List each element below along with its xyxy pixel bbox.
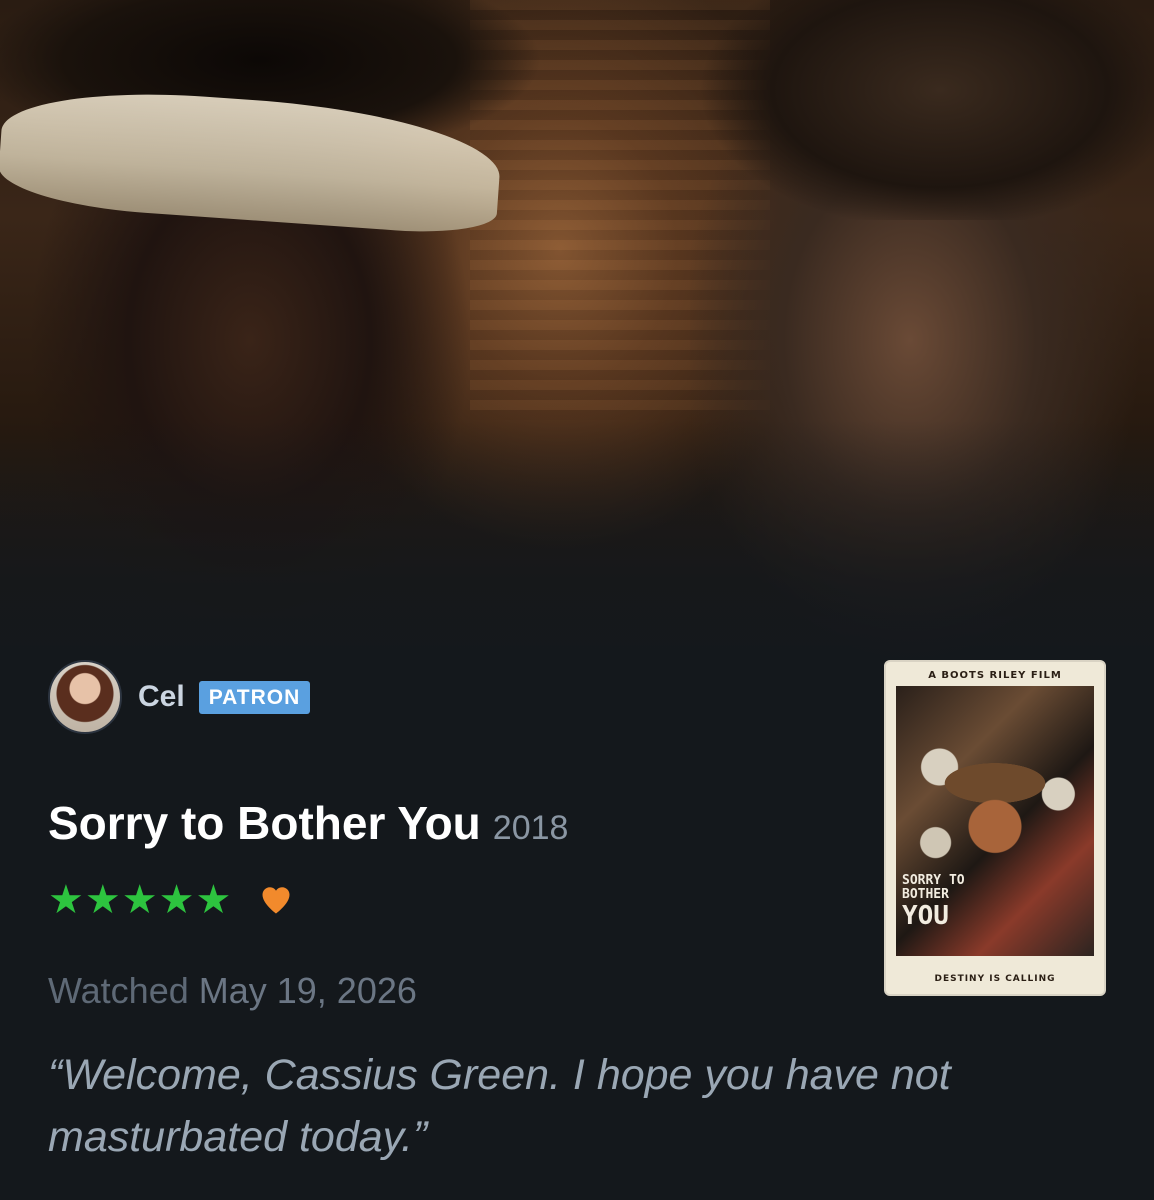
poster-title-line-1: SORRY TO bbox=[902, 873, 965, 888]
watched-date-value: May 19, 2026 bbox=[198, 970, 417, 1011]
film-poster[interactable]: A BOOTS RILEY FILM SORRY TO BOTHER YOU D… bbox=[884, 660, 1106, 996]
poster-title: SORRY TO BOTHER YOU bbox=[902, 873, 972, 931]
review-card: Cel PATRON Sorry to Bother You 2018 ★ ★ … bbox=[0, 0, 1154, 1200]
username[interactable]: Cel bbox=[138, 680, 185, 714]
avatar[interactable] bbox=[48, 660, 122, 734]
watched-date: Watched May 19, 2026 bbox=[48, 970, 417, 1012]
review-text: “Welcome, Cassius Green. I hope you have… bbox=[48, 1051, 951, 1161]
patron-badge: PATRON bbox=[198, 680, 311, 714]
poster-banner: A BOOTS RILEY FILM bbox=[928, 670, 1062, 681]
star-icon: ★ bbox=[195, 878, 232, 922]
star-icon: ★ bbox=[84, 878, 121, 922]
rating-row: ★ ★ ★ ★ ★ bbox=[48, 880, 294, 920]
watched-label: Watched bbox=[48, 970, 189, 1011]
film-year[interactable]: 2018 bbox=[493, 809, 569, 848]
star-icon: ★ bbox=[48, 878, 84, 922]
star-icon: ★ bbox=[158, 878, 195, 922]
review-author[interactable]: Cel PATRON bbox=[48, 660, 311, 734]
star-icon: ★ bbox=[121, 878, 158, 922]
heart-icon bbox=[262, 887, 290, 914]
film-heading: Sorry to Bother You 2018 bbox=[48, 796, 568, 850]
poster-tagline: DESTINY IS CALLING bbox=[934, 974, 1056, 984]
poster-title-line-3: YOU bbox=[902, 901, 949, 931]
star-rating: ★ ★ ★ ★ ★ bbox=[48, 880, 232, 920]
poster-title-line-2: BOTHER bbox=[902, 887, 949, 902]
film-title[interactable]: Sorry to Bother You bbox=[48, 796, 481, 850]
